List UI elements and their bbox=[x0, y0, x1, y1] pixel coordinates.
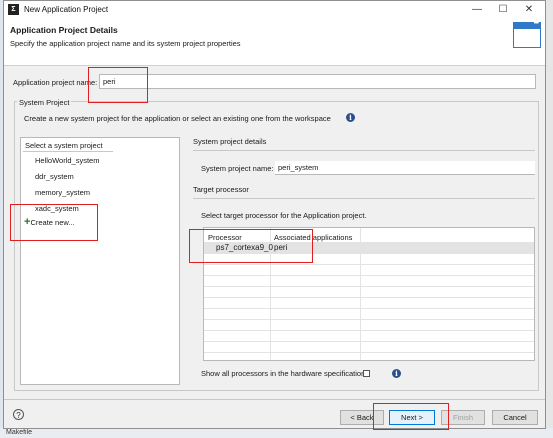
title-bar[interactable]: Σ New Application Project — ☐ ✕ bbox=[4, 1, 545, 19]
system-project-group-label: System Project bbox=[17, 98, 72, 107]
highlight-box-processor bbox=[189, 229, 313, 263]
show-all-processors-checkbox[interactable] bbox=[363, 370, 370, 377]
background-ide-bottom bbox=[0, 428, 553, 438]
background-ide-right bbox=[546, 0, 553, 438]
list-item-ddr-system[interactable]: ddr_system bbox=[35, 172, 74, 181]
wizard-banner-icon: ••• bbox=[513, 20, 541, 48]
highlight-box-create-new bbox=[10, 204, 98, 241]
background-file-label: Makefile bbox=[6, 429, 33, 436]
maximize-button[interactable]: ☐ bbox=[491, 2, 515, 18]
wizard-header: Application Project Details Specify the … bbox=[4, 19, 545, 66]
page-title: Application Project Details bbox=[10, 25, 118, 35]
system-project-list[interactable]: Select a system project HelloWorld_syste… bbox=[20, 137, 180, 385]
info-icon[interactable]: i bbox=[346, 113, 355, 122]
target-processor-heading: Target processor bbox=[193, 185, 249, 194]
show-all-processors-label: Show all processors in the hardware spec… bbox=[201, 369, 366, 378]
target-processor-prompt: Select target processor for the Applicat… bbox=[201, 211, 367, 220]
cancel-button[interactable]: Cancel bbox=[492, 410, 538, 425]
app-project-name-input[interactable]: peri bbox=[99, 74, 536, 89]
app-logo-icon: Σ bbox=[8, 4, 19, 15]
system-project-description: Create a new system project for the appl… bbox=[24, 114, 331, 123]
app-project-name-label: Application project name: bbox=[13, 78, 98, 87]
page-subtitle: Specify the application project name and… bbox=[10, 39, 241, 48]
system-project-name-label: System project name: bbox=[201, 164, 274, 173]
highlight-box-project-name bbox=[88, 67, 148, 103]
list-item-helloworld-system[interactable]: HelloWorld_system bbox=[35, 156, 99, 165]
help-icon[interactable]: ? bbox=[13, 409, 24, 420]
highlight-box-next bbox=[373, 403, 449, 430]
system-project-name-input[interactable]: peri_system bbox=[275, 161, 535, 175]
list-header: Select a system project bbox=[25, 141, 103, 150]
close-button[interactable]: ✕ bbox=[517, 2, 541, 18]
system-project-details-heading: System project details bbox=[193, 137, 267, 146]
list-item-memory-system[interactable]: memory_system bbox=[35, 188, 90, 197]
info-icon[interactable]: i bbox=[392, 369, 401, 378]
minimize-button[interactable]: — bbox=[465, 2, 489, 18]
window-title: New Application Project bbox=[24, 5, 109, 14]
